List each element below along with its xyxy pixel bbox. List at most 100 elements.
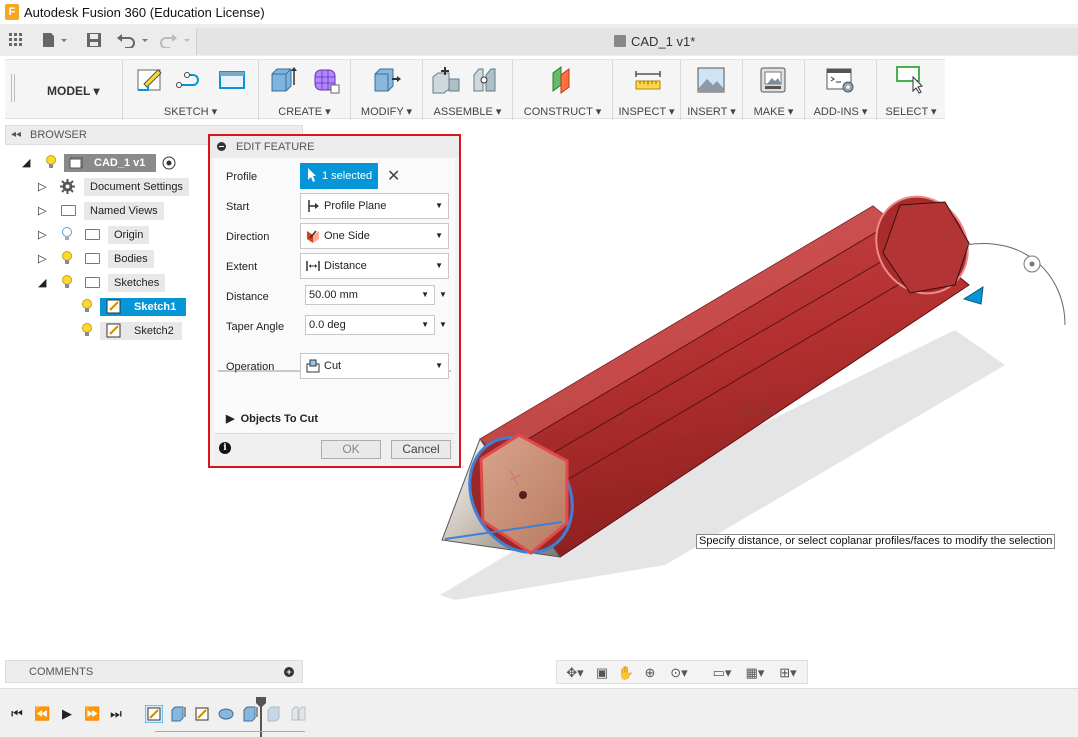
tree-item-document-settings[interactable]: ▷ Document Settings: [38, 177, 198, 197]
tree-item-sketch2[interactable]: Sketch2: [76, 321, 188, 341]
objects-to-cut-toggle[interactable]: ▶ Objects To Cut: [226, 412, 318, 425]
orbit-icon[interactable]: ✥▾: [561, 664, 589, 682]
zoom-icon[interactable]: ⊕: [639, 664, 661, 682]
clear-selection-icon[interactable]: ✕: [387, 166, 400, 186]
cancel-button[interactable]: Cancel: [391, 440, 451, 459]
document-tab[interactable]: CAD_1 v1*: [196, 28, 1078, 55]
play-icon[interactable]: ▶: [59, 706, 75, 722]
create-group[interactable]: CREATE ▾: [258, 60, 350, 120]
visibility-bulb-icon[interactable]: [82, 299, 92, 313]
grid-icon[interactable]: ▦▾: [740, 664, 770, 682]
timeline-extrude-icon[interactable]: [169, 705, 187, 723]
modify-group[interactable]: MODIFY ▾: [350, 60, 422, 120]
distance-arrow-icon[interactable]: [962, 286, 984, 305]
tree-item-origin[interactable]: ▷ Origin: [38, 225, 158, 245]
fit-icon[interactable]: ⊙▾: [663, 664, 695, 682]
dialog-header[interactable]: EDIT FEATURE: [210, 136, 459, 158]
document-tab-title: CAD_1 v1*: [631, 34, 696, 49]
insert-image-icon[interactable]: [696, 65, 726, 95]
visibility-bulb-icon[interactable]: [62, 251, 72, 265]
collapse-browser-icon[interactable]: ◂◂: [11, 129, 21, 140]
taper-angle-input[interactable]: 0.0 deg ▼: [305, 315, 435, 335]
distance-menu-arrow-icon[interactable]: ▼: [439, 290, 447, 299]
title-bar: F Autodesk Fusion 360 (Education License…: [0, 0, 1078, 24]
workspace-label: MODEL: [47, 84, 91, 98]
select-group[interactable]: SELECT ▾: [876, 60, 945, 120]
look-at-icon[interactable]: ▣: [591, 664, 613, 682]
activate-radio-icon[interactable]: [162, 156, 176, 170]
joint-icon[interactable]: [471, 65, 501, 95]
tree-item-sketch1[interactable]: Sketch1: [76, 297, 188, 317]
timeline-suppressed2-icon[interactable]: [289, 705, 307, 723]
add-comment-icon[interactable]: +: [284, 667, 294, 677]
visibility-bulb-icon[interactable]: [62, 275, 72, 289]
collapse-triangle-icon[interactable]: ◢: [22, 156, 30, 169]
file-icon[interactable]: [40, 30, 70, 50]
workspace-switcher[interactable]: MODEL ▾: [47, 84, 99, 98]
pan-icon[interactable]: ✋: [615, 664, 637, 682]
expand-triangle-icon[interactable]: ▷: [38, 180, 46, 193]
timeline-sketch2-icon[interactable]: [193, 705, 211, 723]
insert-group[interactable]: INSERT ▾: [680, 60, 742, 120]
distance-input[interactable]: 50.00 mm ▼: [305, 285, 435, 305]
visibility-bulb-off-icon[interactable]: [62, 227, 72, 241]
collapse-triangle-icon[interactable]: ◢: [38, 276, 46, 289]
extrude-icon[interactable]: [267, 65, 297, 95]
display-settings-icon[interactable]: ▭▾: [707, 664, 737, 682]
expand-triangle-icon[interactable]: ▷: [38, 204, 46, 217]
expand-triangle-icon[interactable]: ▷: [38, 228, 46, 241]
sketch-rectangle-icon[interactable]: [217, 65, 247, 95]
sketch-group[interactable]: SKETCH ▾: [122, 60, 258, 120]
info-icon[interactable]: i: [219, 442, 231, 454]
operation-dropdown[interactable]: Cut ▼: [300, 353, 449, 379]
inspect-group[interactable]: INSPECT ▾: [612, 60, 680, 120]
measure-icon[interactable]: [633, 65, 663, 95]
first-icon[interactable]: ⏮: [9, 706, 25, 722]
next-icon[interactable]: ⏩: [84, 706, 100, 722]
start-dropdown[interactable]: Profile Plane ▼: [300, 193, 449, 219]
redo-icon[interactable]: [160, 30, 194, 50]
visibility-bulb-icon[interactable]: [82, 323, 92, 337]
last-icon[interactable]: ⏭: [108, 706, 124, 722]
construct-group[interactable]: CONSTRUCT ▾: [512, 60, 612, 120]
press-pull-icon[interactable]: [371, 65, 401, 95]
start-value: Profile Plane: [324, 200, 387, 212]
tree-root[interactable]: ◢ CAD_1 v1: [22, 153, 192, 173]
previous-icon[interactable]: ⏪: [34, 706, 50, 722]
ok-button[interactable]: OK: [321, 440, 381, 459]
new-component-icon[interactable]: [431, 65, 461, 95]
save-icon[interactable]: [86, 30, 102, 50]
dropdown-arrow-icon[interactable]: ▼: [421, 316, 429, 334]
offset-plane-icon[interactable]: [547, 65, 577, 95]
expand-triangle-icon[interactable]: ▷: [38, 252, 46, 265]
direction-dropdown[interactable]: One Side ▼: [300, 223, 449, 249]
timeline-sketch-icon[interactable]: [145, 705, 163, 723]
app-grid-icon[interactable]: [8, 30, 24, 50]
make-group-label: MAKE ▾: [753, 106, 794, 118]
3d-print-icon[interactable]: [758, 65, 788, 95]
undo-icon[interactable]: [116, 30, 150, 50]
sketch-line-icon[interactable]: [175, 65, 205, 95]
assemble-group[interactable]: ASSEMBLE ▾: [422, 60, 512, 120]
create-sketch-icon[interactable]: [135, 65, 165, 95]
dropdown-arrow-icon[interactable]: ▼: [421, 286, 429, 304]
make-group[interactable]: MAKE ▾: [742, 60, 804, 120]
tree-item-named-views[interactable]: ▷ Named Views: [38, 201, 178, 221]
tree-item-sketches[interactable]: ◢ Sketches: [38, 273, 178, 293]
viewports-icon[interactable]: ⊞▾: [773, 664, 803, 682]
tree-item-bodies[interactable]: ▷ Bodies: [38, 249, 158, 269]
taper-menu-arrow-icon[interactable]: ▼: [439, 320, 447, 329]
folder-icon: [85, 277, 100, 288]
toolbar-grip[interactable]: [11, 74, 15, 102]
timeline-suppressed-icon[interactable]: [265, 705, 283, 723]
select-icon[interactable]: [895, 65, 925, 95]
scripts-addins-icon[interactable]: [825, 65, 855, 95]
collapse-dialog-icon[interactable]: [217, 142, 226, 151]
visibility-bulb-icon[interactable]: [46, 155, 56, 169]
comments-panel[interactable]: COMMENTS +: [5, 660, 303, 683]
extent-dropdown[interactable]: Distance ▼: [300, 253, 449, 279]
profile-selection-button[interactable]: 1 selected: [300, 163, 378, 189]
create-form-icon[interactable]: [311, 65, 341, 95]
add-ins-group[interactable]: ADD-INS ▾: [804, 60, 876, 120]
timeline-revolve-icon[interactable]: [217, 705, 235, 723]
